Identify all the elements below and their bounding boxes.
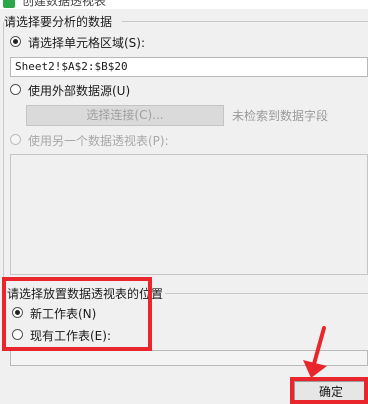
dialog-title: 创建数据透视表 [22,0,107,8]
placement-highlight-box [2,277,152,351]
range-option-radio[interactable] [10,36,21,47]
range-option-label[interactable]: 请选择单元格区域(S): [28,34,145,51]
external-source-label[interactable]: 使用外部数据源(U) [28,82,130,99]
placement-group-divider [165,293,368,294]
other-pivot-label[interactable]: 使用另一个数据透视表(P): [28,132,169,149]
source-group-left-border [3,22,4,282]
spreadsheet-app-icon [3,0,15,8]
title-bar: 创建数据透视表 [0,0,368,9]
annotation-arrow-icon [303,326,327,378]
source-group-divider [122,21,368,22]
source-section-label: 请选择要分析的数据 [4,15,113,29]
ok-highlight-box [290,377,368,404]
external-source-radio[interactable] [10,84,21,95]
range-input[interactable]: Sheet2!$A$2:$B$20 [10,57,368,77]
no-fields-hint: 未检索到数据字段 [232,109,329,123]
other-pivot-radio[interactable] [10,134,21,145]
select-connection-button[interactable]: 选择连接(C)... [26,105,224,126]
pivot-table-list[interactable] [10,154,368,275]
